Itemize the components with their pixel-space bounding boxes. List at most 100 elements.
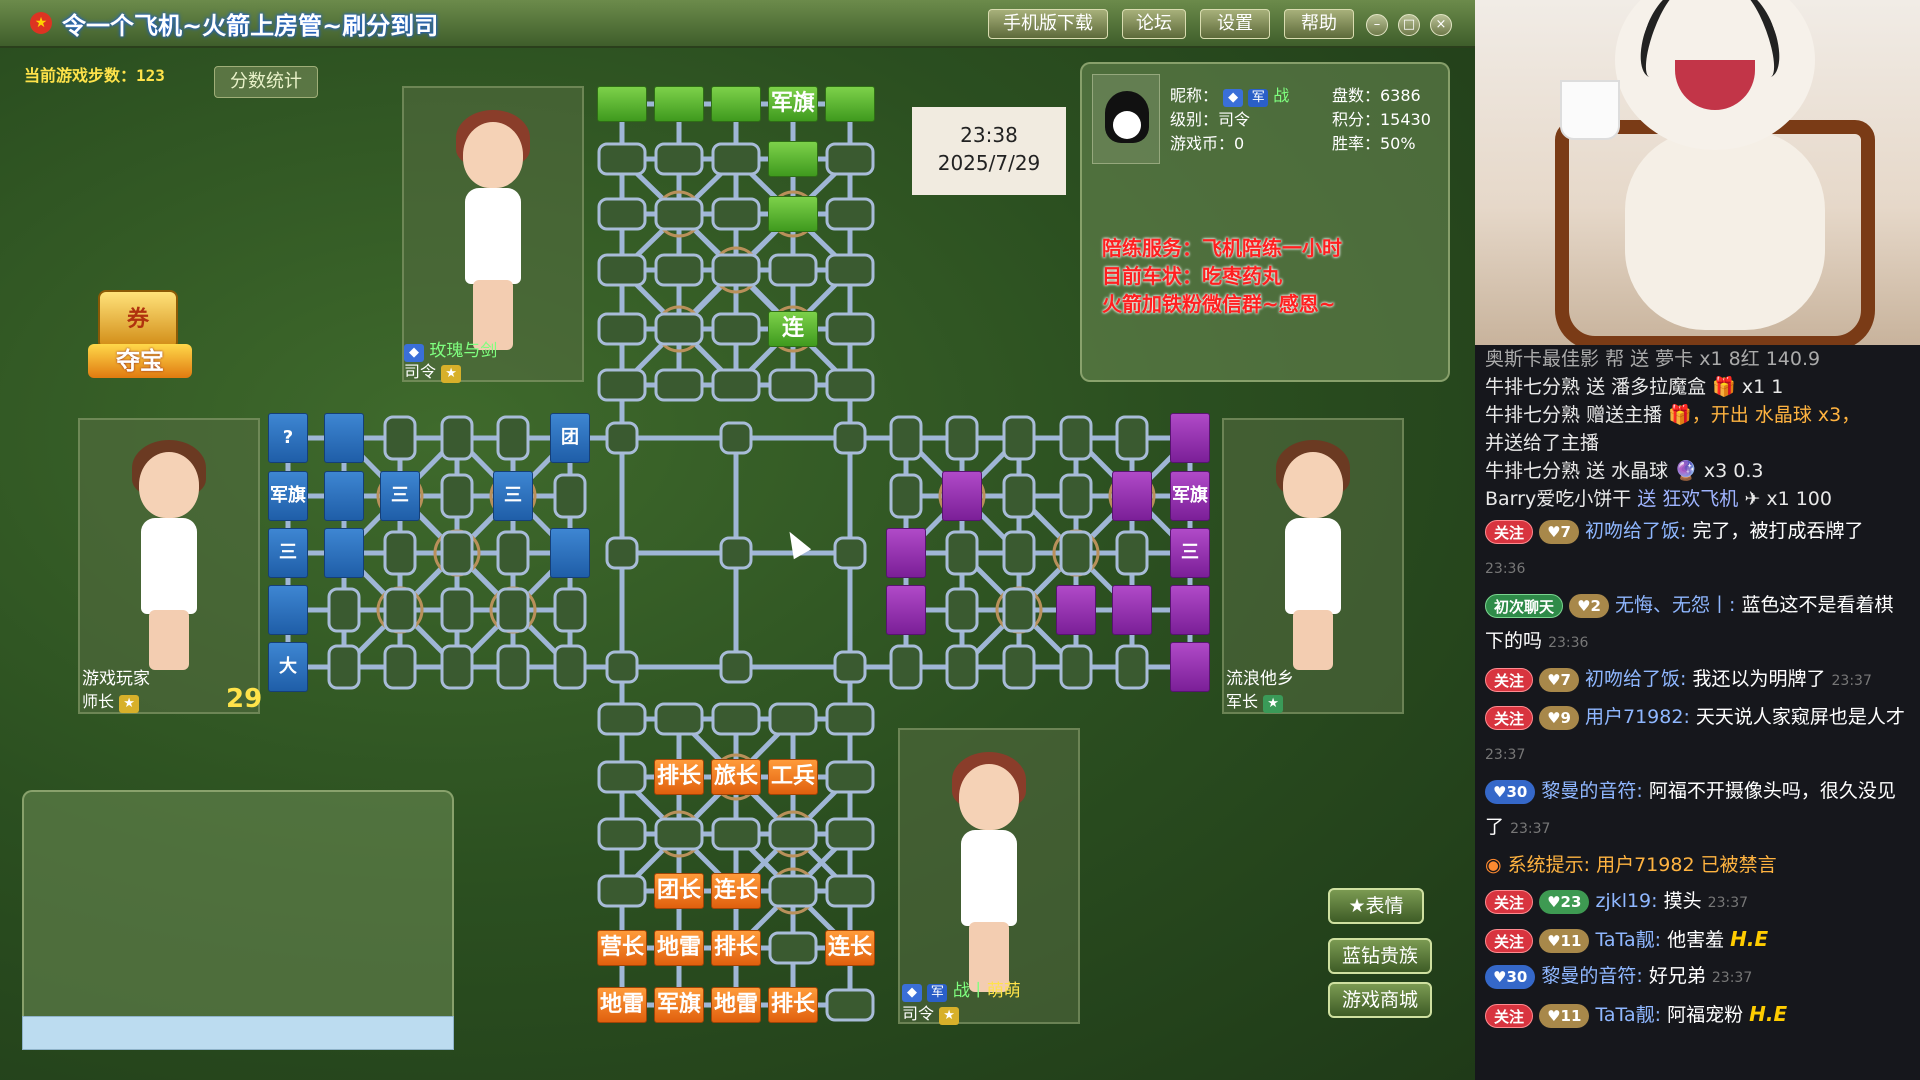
level-label: 级别：司令: [1170, 110, 1251, 129]
orange-piece[interactable]: 连长: [825, 930, 875, 966]
chat-text: 阿福宠粉: [1667, 1004, 1744, 1026]
green-piece[interactable]: [654, 86, 704, 122]
chat-username[interactable]: 初吻给了饭:: [1585, 668, 1686, 690]
orange-piece[interactable]: 工兵: [768, 759, 818, 795]
green-piece[interactable]: [825, 86, 875, 122]
ad-line-2: 目前车状：吃枣药丸: [1102, 264, 1282, 288]
purple-piece[interactable]: [1170, 585, 1210, 635]
fan-badge: ♥30: [1485, 964, 1536, 989]
chat-username[interactable]: 黎曼的音符:: [1541, 780, 1642, 802]
blue-piece[interactable]: [550, 528, 590, 578]
green-piece[interactable]: [597, 86, 647, 122]
chat-time: 23:37: [1831, 673, 1872, 689]
blue-piece[interactable]: 军旗: [268, 471, 308, 521]
purple-piece[interactable]: [1112, 471, 1152, 521]
gift-row: 牛排七分熟 送 潘多拉魔盒 🎁 x1 1: [1485, 376, 1784, 398]
chat-time: 23:36: [1548, 635, 1589, 651]
qq-penguin-icon: [1105, 91, 1149, 143]
green-piece[interactable]: [768, 196, 818, 232]
chat-username[interactable]: TaTa靓:: [1595, 929, 1661, 951]
blue-piece[interactable]: 大: [268, 642, 308, 692]
user-badge: 关注: [1485, 928, 1534, 953]
game-chat-box: [22, 790, 454, 1050]
orange-piece[interactable]: 地雷: [597, 987, 647, 1023]
he-tag: H.E: [1730, 927, 1769, 951]
chat-message: 关注 ♥7 初吻给了饭: 我还以为明牌了 23:37: [1485, 661, 1906, 699]
game-shop-button[interactable]: 游戏商城: [1328, 982, 1432, 1018]
chat-time: 23:37: [1711, 970, 1753, 986]
clock-date: 2025/7/29: [937, 151, 1041, 175]
orange-piece[interactable]: 军旗: [654, 987, 704, 1023]
blue-piece[interactable]: 三: [268, 528, 308, 578]
purple-piece[interactable]: 三: [1170, 528, 1210, 578]
coins-label: 游戏币：0: [1170, 134, 1245, 153]
user-badge: 关注: [1485, 889, 1534, 914]
blue-piece[interactable]: [268, 585, 308, 635]
orange-piece[interactable]: 地雷: [711, 987, 761, 1023]
chat-username[interactable]: zjkl19:: [1595, 890, 1657, 912]
nick-label: 昵称： ◆ 军 战: [1170, 86, 1290, 107]
stream-panel: 奥斯卡最佳影 帮 送 夢卡 x1 8红 140.9 牛排七分熟 送 潘多拉魔盒 …: [1475, 0, 1920, 1080]
gift-row: 牛排七分熟 送 水晶球 🔮 x3 0.3: [1485, 460, 1764, 482]
blue-piece[interactable]: 三: [493, 471, 533, 521]
level-badge: ♥23: [1539, 889, 1590, 914]
purple-piece[interactable]: [886, 585, 926, 635]
green-piece[interactable]: [768, 141, 818, 177]
chat-message: 初次聊天 ♥2 无悔、无怨丨: 蓝色这不是看着棋下的吗 23:36: [1485, 587, 1906, 661]
gift-row: Barry爱吃小饼干 送 狂欢飞机 ✈ x1 100: [1485, 488, 1832, 510]
orange-piece[interactable]: 营长: [597, 930, 647, 966]
game-window: ★ 令一个飞机~火箭上房管~刷分到司 手机版下载 论坛 设置 帮助 – □ × …: [0, 0, 1475, 1080]
winrate-label: 胜率：50%: [1332, 134, 1416, 153]
qq-avatar-box[interactable]: [1092, 74, 1160, 164]
orange-piece[interactable]: 地雷: [654, 930, 704, 966]
purple-piece[interactable]: 军旗: [1170, 471, 1210, 521]
blue-piece[interactable]: [324, 471, 364, 521]
chat-username[interactable]: TaTa靓:: [1595, 1004, 1661, 1026]
blue-piece[interactable]: [324, 528, 364, 578]
ad-line-3: 火箭加铁粉微信群~感恩~: [1102, 292, 1336, 316]
user-badge: 关注: [1485, 1003, 1534, 1028]
orange-piece[interactable]: 连长: [711, 873, 761, 909]
chat-message: 关注 ♥23 zjkl19: 摸头 23:37: [1485, 883, 1906, 921]
tiger-body: [1625, 130, 1825, 330]
green-piece[interactable]: 军旗: [768, 86, 818, 122]
game-chat-input[interactable]: [22, 1016, 454, 1050]
emoji-button[interactable]: ★表情: [1328, 888, 1424, 924]
chat-username[interactable]: 初吻给了饭:: [1585, 520, 1686, 542]
purple-piece[interactable]: [1112, 585, 1152, 635]
purple-piece[interactable]: [1056, 585, 1096, 635]
user-badge: 关注: [1485, 667, 1534, 692]
blue-diamond-button[interactable]: 蓝钻贵族: [1328, 938, 1432, 974]
blue-piece[interactable]: [324, 413, 364, 463]
blue-piece[interactable]: ?: [268, 413, 308, 463]
orange-piece[interactable]: 排长: [768, 987, 818, 1023]
chat-messages: 关注 ♥7 初吻给了饭: 完了，被打成吞牌了 23:36 初次聊天 ♥2 无悔、无…: [1485, 513, 1906, 1033]
orange-piece[interactable]: 团长: [654, 873, 704, 909]
chat-message: ◉ 系统提示: 用户71982 已被禁言: [1485, 854, 1777, 876]
chat-message: 关注 ♥9 用户71982: 天天说人家窥屏也是人才 23:37: [1485, 699, 1906, 773]
orange-piece[interactable]: 排长: [654, 759, 704, 795]
clock-panel: 23:38 2025/7/29: [912, 107, 1066, 195]
orange-piece[interactable]: 排长: [711, 930, 761, 966]
chat-username[interactable]: 无悔、无怨丨:: [1615, 594, 1735, 616]
purple-piece[interactable]: [942, 471, 982, 521]
chat-time: 23:37: [1485, 747, 1526, 763]
chat-text: 完了，被打成吞牌了: [1692, 520, 1864, 542]
chat-username[interactable]: 黎曼的音符:: [1541, 965, 1642, 987]
purple-piece[interactable]: [1170, 642, 1210, 692]
user-badge: 关注: [1485, 705, 1534, 730]
gift-box-icon: 🎁: [1668, 404, 1692, 426]
blue-piece[interactable]: 三: [380, 471, 420, 521]
green-piece[interactable]: [711, 86, 761, 122]
chat-username[interactable]: 用户71982:: [1585, 706, 1690, 728]
purple-piece[interactable]: [1170, 413, 1210, 463]
chat-time: 23:37: [1510, 821, 1551, 837]
fan-badge: ♥30: [1485, 779, 1536, 804]
green-piece[interactable]: 连: [768, 311, 818, 347]
orange-piece[interactable]: 旅长: [711, 759, 761, 795]
chat-text: 我还以为明牌了: [1692, 668, 1826, 690]
chat-time: 23:36: [1485, 561, 1526, 577]
user-badge: 关注: [1485, 519, 1534, 544]
blue-piece[interactable]: 团: [550, 413, 590, 463]
purple-piece[interactable]: [886, 528, 926, 578]
